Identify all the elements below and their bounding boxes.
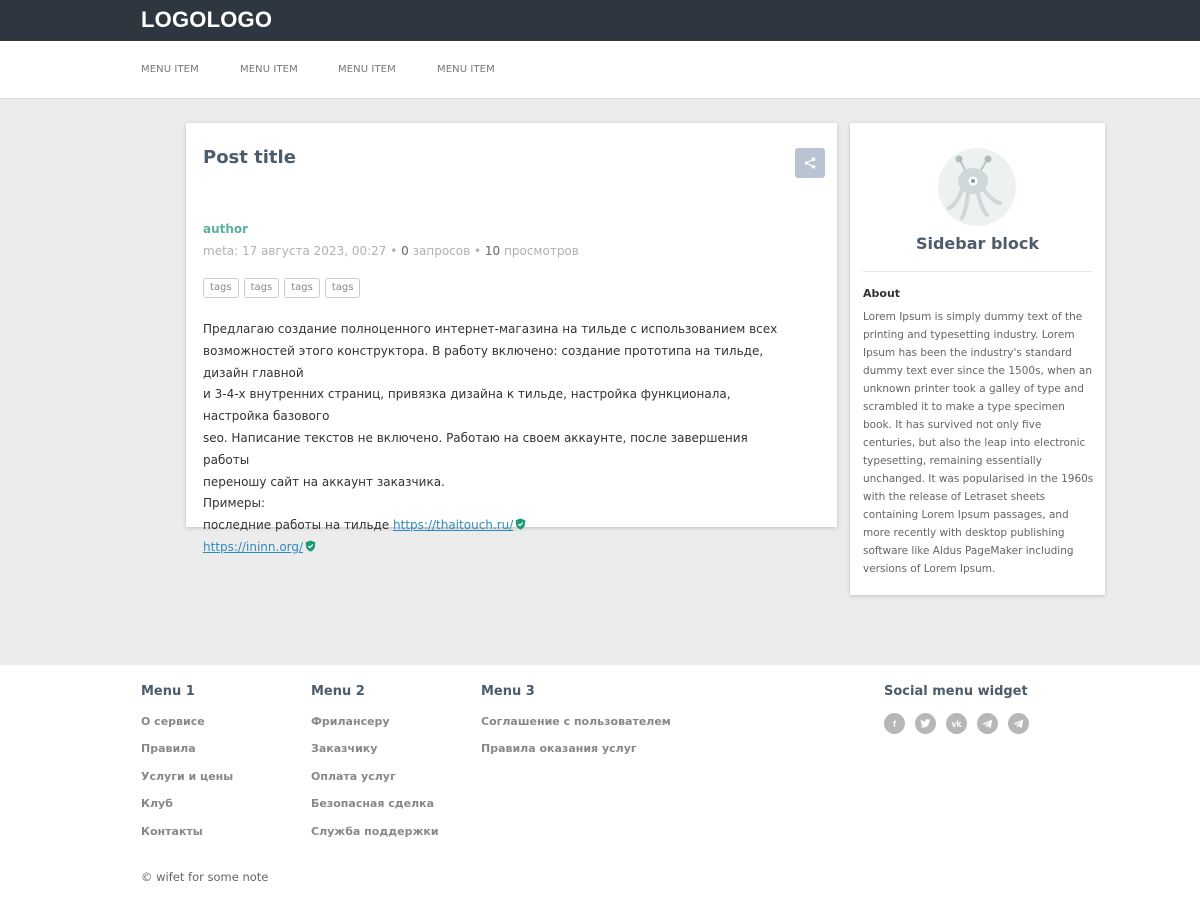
sidebar-title: Sidebar block	[915, 234, 1040, 253]
ininn-link[interactable]: https://ininn.org/	[203, 540, 303, 554]
vk-icon[interactable]: vk	[946, 713, 967, 734]
tag[interactable]: tags	[284, 278, 320, 298]
telegram-icon[interactable]	[1008, 713, 1029, 734]
about-heading: About	[863, 287, 901, 300]
divider	[863, 271, 1092, 272]
post-card: Post title author meta: 17 августа 2023,…	[186, 123, 837, 554]
social-icons: f vk	[884, 713, 1029, 734]
footer-link-payment[interactable]: Оплата услуг	[311, 770, 396, 783]
about-text: Lorem Ipsum is simply dummy text of the …	[863, 311, 1094, 575]
footer-link-safe-deal[interactable]: Безопасная сделка	[311, 797, 434, 810]
nav-menu-item-3[interactable]: MENU ITEM	[338, 64, 396, 75]
footer-menu-1-title: Menu 1	[141, 684, 195, 699]
tag[interactable]: tags	[324, 278, 361, 298]
footer-link-customer[interactable]: Заказчику	[311, 742, 377, 755]
footer-menu-2-title: Menu 2	[311, 684, 365, 699]
post-body-line: и 3-4-х внутренних страниц, привязка диз…	[203, 387, 731, 424]
post-body-line: seo. Написание текстов не включено. Рабо…	[203, 430, 748, 467]
footer-menu-3-title: Menu 3	[481, 684, 535, 699]
post-body-line: последние работы на тильде https://thait…	[203, 515, 793, 537]
post-body-line: Примеры:	[203, 496, 266, 511]
requests-count: 0	[401, 244, 409, 258]
share-icon	[804, 157, 816, 169]
tag[interactable]: tags	[243, 278, 280, 298]
nav-menu-item-2[interactable]: MENU ITEM	[240, 64, 298, 75]
footer-link-user-agreement[interactable]: Соглашение с пользователем	[481, 715, 671, 728]
telegram-icon[interactable]	[977, 713, 998, 734]
post-body: Предлагаю создание полноценного интернет…	[203, 319, 793, 559]
footer-link-contacts[interactable]: Контакты	[141, 825, 203, 838]
meta-separator: •	[390, 244, 398, 258]
footer-link-club[interactable]: Клуб	[141, 797, 173, 810]
sidebar-block: Sidebar block About Lorem Ipsum is simpl…	[850, 123, 1105, 595]
footer-link-service-rules[interactable]: Правила оказания услуг	[481, 742, 637, 755]
views-count: 10	[484, 244, 501, 258]
post-author[interactable]: author	[203, 222, 248, 236]
footer: Menu 1 О сервисе Правила Услуги и цены К…	[0, 665, 1200, 900]
post-body-line: Предлагаю создание полноценного интернет…	[203, 322, 778, 336]
avatar	[938, 148, 1016, 226]
copyright: © wifet for some note	[141, 870, 269, 884]
post-title: Post title	[203, 147, 296, 168]
footer-link-freelancer[interactable]: Фрилансеру	[311, 715, 390, 728]
footer-link-rules[interactable]: Правила	[141, 742, 196, 755]
tag-list: tags tags tags tags	[203, 278, 361, 298]
footer-link-support[interactable]: Служба поддержки	[311, 825, 439, 838]
facebook-icon[interactable]: f	[884, 713, 905, 734]
nav-menu-item-4[interactable]: MENU ITEM	[437, 64, 495, 75]
meta-separator: •	[474, 244, 482, 258]
octopus-mascot-icon	[947, 155, 1002, 220]
social-widget-title: Social menu widget	[884, 684, 1028, 699]
verified-shield-icon	[305, 540, 316, 552]
nav-menu-item-1[interactable]: MENU ITEM	[141, 64, 199, 75]
tag[interactable]: tags	[203, 278, 239, 298]
post-meta: meta: 17 августа 2023, 00:27 • 0 запросо…	[203, 244, 579, 258]
requests-label: запросов	[412, 244, 471, 258]
views-label: просмотров	[504, 244, 579, 258]
logo[interactable]: LOGOLOGO	[141, 7, 272, 33]
verified-shield-icon	[515, 518, 526, 530]
share-button[interactable]	[795, 148, 825, 178]
footer-link-about[interactable]: О сервисе	[141, 715, 205, 728]
link-prefix: последние работы на тильде	[203, 518, 390, 533]
post-body-line: https://ininn.org/	[203, 537, 793, 559]
top-bar: LOGOLOGO	[0, 0, 1200, 41]
main-nav: MENU ITEM MENU ITEM MENU ITEM MENU ITEM	[0, 41, 1200, 99]
post-body-line: возможностей этого конструктора. В работ…	[203, 343, 764, 380]
footer-link-services[interactable]: Услуги и цены	[141, 770, 233, 783]
thaitouch-link[interactable]: https://thaitouch.ru/	[393, 518, 513, 532]
twitter-icon[interactable]	[915, 713, 936, 734]
post-date: meta: 17 августа 2023, 00:27	[203, 244, 387, 258]
post-body-line: переношу сайт на аккаунт заказчика.	[203, 474, 445, 489]
